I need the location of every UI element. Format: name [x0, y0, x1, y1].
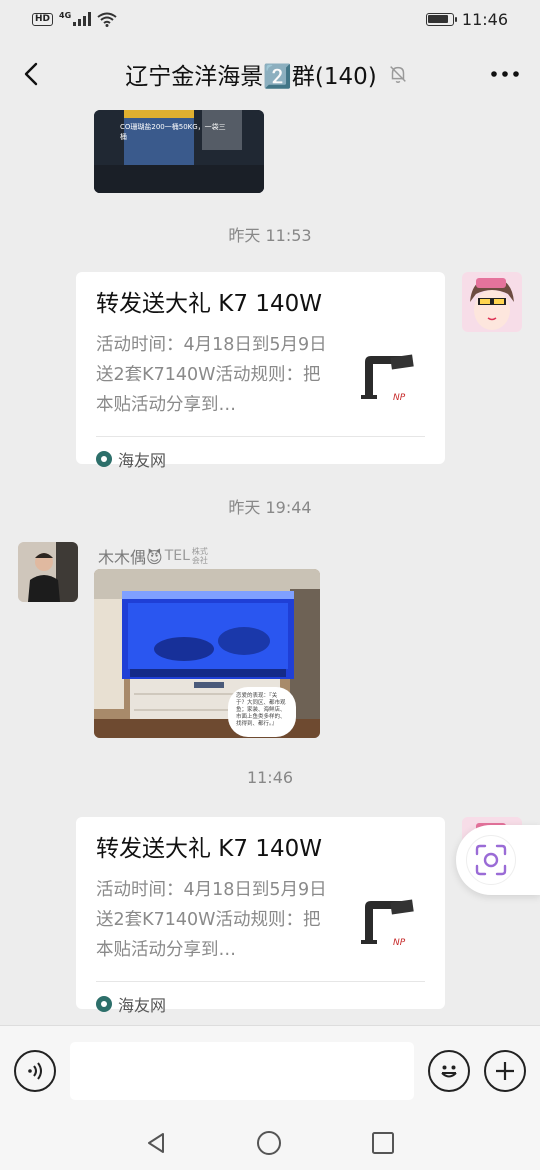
anime-girl-avatar	[462, 272, 522, 332]
lamp-thumbnail: NP	[355, 342, 425, 412]
chat-header: 辽宁金洋海景2️⃣群(140)	[0, 38, 540, 110]
system-nav-bar	[0, 1115, 540, 1170]
status-right: 11:46	[425, 9, 508, 29]
aquarium-overlay-caption: 恋爱的表现：『关于？大同区、都市观鱼；家装、海鲜店、市面上鱼类多样的、找得到、都…	[228, 687, 296, 737]
chat-title: 辽宁金洋海景2️⃣群(140)	[125, 64, 377, 90]
sender-suffix: 株式会社	[191, 547, 208, 565]
card-description: 活动时间：4月18日到5月9日送2套K7140W活动规则：把本贴活动分享到…	[96, 880, 327, 960]
status-left: HD 4G	[32, 10, 117, 27]
card-source-name: 海友网	[118, 450, 167, 470]
card-source: 海友网	[96, 981, 425, 1025]
message-input[interactable]	[70, 1041, 414, 1100]
sender-name-text: 木木偶😈	[98, 548, 163, 567]
card-source: 海友网	[96, 436, 425, 480]
card-title: 转发送大礼 K7 140W	[96, 836, 322, 862]
sender-tel: TEL	[164, 548, 190, 564]
self-avatar[interactable]	[462, 272, 522, 332]
network-type: 4G	[59, 10, 72, 20]
battery-icon	[425, 12, 457, 26]
more-dots-icon[interactable]	[490, 70, 520, 78]
floating-scan-button[interactable]	[456, 825, 540, 895]
input-bar	[0, 1025, 540, 1115]
card-title: 转发送大礼 K7 140W	[96, 291, 322, 317]
man-photo-avatar	[18, 542, 78, 602]
timestamp: 昨天 19:44	[228, 498, 312, 517]
hd-badge: HD	[32, 12, 54, 26]
link-card-message[interactable]: 转发送大礼 K7 140W 活动时间：4月18日到5月9日送2套K7140W活动…	[76, 272, 445, 470]
image-message-bucket[interactable]: CO珊瑚盐200一桶50KG，一袋三桶	[94, 110, 264, 193]
lamp-thumbnail: NP	[355, 887, 425, 957]
plus-icon[interactable]	[484, 1049, 526, 1092]
wifi-icon	[97, 12, 117, 27]
back-arrow-icon[interactable]	[20, 62, 44, 86]
timestamp: 11:46	[246, 768, 294, 787]
haiyou-logo-icon	[96, 995, 112, 1012]
image-message-aquarium[interactable]: 恋爱的表现：『关于？大同区、都市观鱼；家装、海鲜店、市面上鱼类多样的、找得到、都…	[94, 569, 320, 738]
voice-icon[interactable]	[14, 1049, 56, 1092]
bell-off-icon	[389, 66, 406, 83]
aquarium-caption-text: 恋爱的表现：『关于？大同区、都市观鱼；家装、海鲜店、市面上鱼类多样的、找得到、都…	[236, 693, 286, 727]
svg-text:NP: NP	[393, 938, 406, 948]
message-list[interactable]: CO珊瑚盐200一桶50KG，一袋三桶 昨天 11:53 转发送大礼 K7 14…	[0, 110, 540, 1025]
camera-scan-icon	[466, 835, 516, 885]
timestamp: 昨天 11:53	[228, 226, 312, 245]
svg-text:NP: NP	[393, 393, 406, 403]
signal-icon	[73, 12, 92, 26]
card-description: 活动时间：4月18日到5月9日送2套K7140W活动规则：把本贴活动分享到…	[96, 335, 327, 415]
haiyou-logo-icon	[96, 450, 112, 467]
chat-title-group[interactable]: 辽宁金洋海景2️⃣群(140)	[125, 57, 408, 91]
nav-recent-icon[interactable]	[371, 1131, 395, 1155]
nav-home-icon[interactable]	[256, 1130, 282, 1156]
emoji-icon[interactable]	[428, 1049, 470, 1092]
card-source-name: 海友网	[118, 995, 167, 1015]
sender-name: 木木偶😈 TEL 株式会社	[98, 544, 210, 568]
nav-back-icon[interactable]	[145, 1131, 167, 1155]
status-bar: HD 4G 11:46	[0, 0, 540, 38]
bucket-caption: CO珊瑚盐200一桶50KG，一袋三桶	[120, 123, 226, 141]
status-time: 11:46	[461, 9, 508, 29]
sender-avatar[interactable]	[18, 542, 78, 602]
link-card-message[interactable]: 转发送大礼 K7 140W 活动时间：4月18日到5月9日送2套K7140W活动…	[76, 817, 445, 1015]
